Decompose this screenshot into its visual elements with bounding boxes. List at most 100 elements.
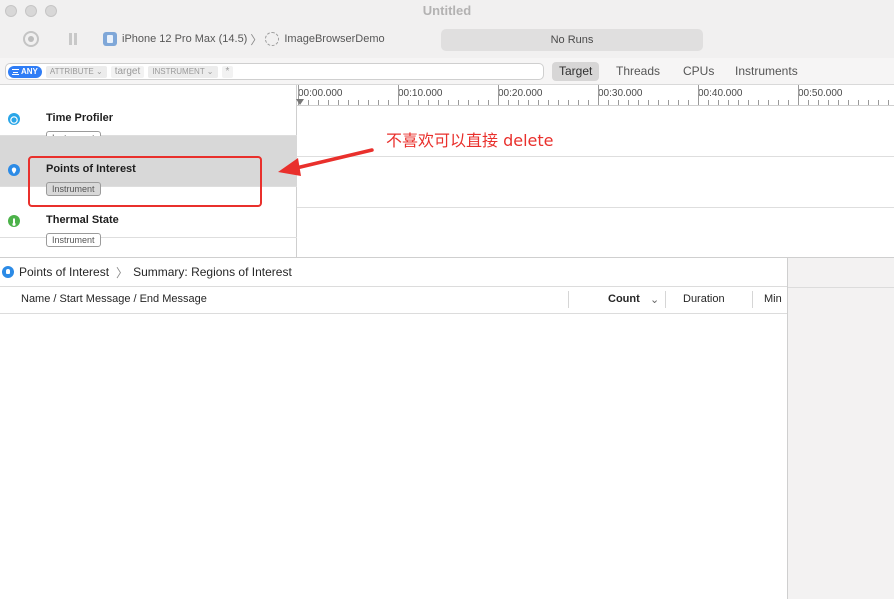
ruler-tick <box>538 100 539 105</box>
ruler-tick <box>658 100 659 105</box>
annotation-text: 不喜欢可以直接 delete <box>386 131 554 150</box>
breadcrumb-view[interactable]: Summary: Regions of Interest <box>133 265 292 279</box>
filter-token-label: INSTRUMENT <box>152 66 205 76</box>
time-tick-label: 00:50.000 <box>798 88 843 99</box>
breadcrumb-instrument[interactable]: Points of Interest <box>19 265 109 279</box>
ruler-tick <box>708 100 709 105</box>
ruler-tick <box>698 85 699 105</box>
ruler-tick <box>418 100 419 105</box>
device-icon <box>103 32 117 46</box>
playhead-marker[interactable] <box>296 99 304 105</box>
ruler-tick <box>828 100 829 105</box>
ruler-tick <box>448 100 449 105</box>
ruler-tick <box>528 100 529 105</box>
ruler-tick <box>638 100 639 105</box>
summary-table-body[interactable] <box>0 314 787 599</box>
ruler-tick <box>888 100 889 105</box>
column-name[interactable]: Name / Start Message / End Message <box>21 293 207 305</box>
ruler-tick <box>498 85 499 105</box>
ruler-tick <box>468 100 469 105</box>
annotation-arrow-icon <box>278 148 374 176</box>
device-name: iPhone 12 Pro Max (14.5) <box>122 33 248 45</box>
track-time-profiler[interactable]: Time Profiler Instrument <box>0 85 297 145</box>
filter-token-attribute[interactable]: ATTRIBUTE ⌄ <box>45 65 107 78</box>
column-divider[interactable] <box>568 291 569 308</box>
ruler-tick <box>478 100 479 105</box>
time-tick-label: 00:10.000 <box>398 88 443 99</box>
table-header: Name / Start Message / End Message Count… <box>0 287 787 314</box>
chevron-right-icon: 〉 <box>250 32 263 47</box>
column-count[interactable]: Count <box>608 293 640 305</box>
points-of-interest-icon <box>2 266 14 278</box>
filter-token-wildcard[interactable]: * <box>221 65 234 78</box>
segment-target[interactable]: Target <box>552 62 600 81</box>
ruler-tick <box>628 100 629 105</box>
pause-button[interactable] <box>68 33 79 45</box>
segment-threads[interactable]: Threads <box>616 62 660 81</box>
ruler-tick <box>618 100 619 105</box>
ruler-tick <box>568 100 569 105</box>
filter-input[interactable]: ANY ATTRIBUTE ⌄ target INSTRUMENT ⌄ * <box>5 63 544 80</box>
inspector-header <box>788 258 894 288</box>
ruler-tick <box>388 100 389 105</box>
ruler-tick <box>858 100 859 105</box>
ruler-tick <box>558 100 559 105</box>
time-tick-label: 00:00.000 <box>298 88 343 99</box>
timeline-ruler[interactable]: 00:00.000 00:10.000 00:20.000 00:30.000 … <box>297 85 894 106</box>
sort-chevron-down-icon[interactable]: ⌄ <box>650 293 659 306</box>
column-divider[interactable] <box>665 291 666 308</box>
segment-cpus[interactable]: CPUs <box>683 62 714 81</box>
ruler-tick <box>438 100 439 105</box>
segment-instruments[interactable]: Instruments <box>735 62 798 81</box>
ruler-tick <box>818 100 819 105</box>
ruler-tick <box>458 100 459 105</box>
ruler-tick <box>588 100 589 105</box>
ruler-tick <box>398 85 399 105</box>
ruler-tick <box>728 100 729 105</box>
column-min[interactable]: Min <box>764 293 782 305</box>
any-filter-label: ANY <box>21 66 38 76</box>
target-app-name: ImageBrowserDemo <box>284 33 385 45</box>
ruler-tick <box>878 100 879 105</box>
instrument-badge: Instrument <box>46 233 101 247</box>
filter-token-target[interactable]: target <box>110 65 145 78</box>
extended-detail-pane <box>787 257 894 599</box>
column-duration[interactable]: Duration <box>683 293 725 305</box>
ruler-tick <box>348 100 349 105</box>
ruler-tick <box>788 100 789 105</box>
track-name: Thermal State <box>46 214 119 226</box>
ruler-tick <box>318 100 319 105</box>
ruler-tick <box>668 100 669 105</box>
ruler-tick <box>748 100 749 105</box>
record-button[interactable] <box>23 31 39 47</box>
target-selector[interactable]: iPhone 12 Pro Max (14.5) 〉 ImageBrowserD… <box>103 31 385 47</box>
time-profiler-icon <box>8 113 20 125</box>
time-tick-label: 00:40.000 <box>698 88 743 99</box>
filter-token-instrument[interactable]: INSTRUMENT ⌄ <box>148 65 218 78</box>
ruler-tick <box>838 100 839 105</box>
detail-breadcrumb: Points of Interest 〉 Summary: Regions of… <box>0 257 787 287</box>
track-lane-thermal-state[interactable] <box>297 208 894 257</box>
filter-icon <box>12 68 19 75</box>
ruler-tick <box>358 100 359 105</box>
ruler-tick <box>688 100 689 105</box>
ruler-tick <box>328 100 329 105</box>
any-filter-pill[interactable]: ANY <box>8 65 42 78</box>
ruler-tick <box>808 100 809 105</box>
ruler-tick <box>488 100 489 105</box>
ruler-tick <box>758 100 759 105</box>
column-divider[interactable] <box>752 291 753 308</box>
ruler-tick <box>718 100 719 105</box>
ruler-tick <box>578 100 579 105</box>
ruler-tick <box>608 100 609 105</box>
run-status-display[interactable]: No Runs <box>441 29 703 51</box>
ruler-tick <box>648 100 649 105</box>
window-title: Untitled <box>422 3 472 18</box>
track-lane-points-of-interest[interactable] <box>297 157 894 208</box>
ruler-tick <box>548 100 549 105</box>
thermal-state-icon <box>8 215 20 227</box>
ruler-tick <box>518 100 519 105</box>
ruler-tick <box>428 100 429 105</box>
ruler-tick <box>848 100 849 105</box>
ruler-tick <box>408 100 409 105</box>
